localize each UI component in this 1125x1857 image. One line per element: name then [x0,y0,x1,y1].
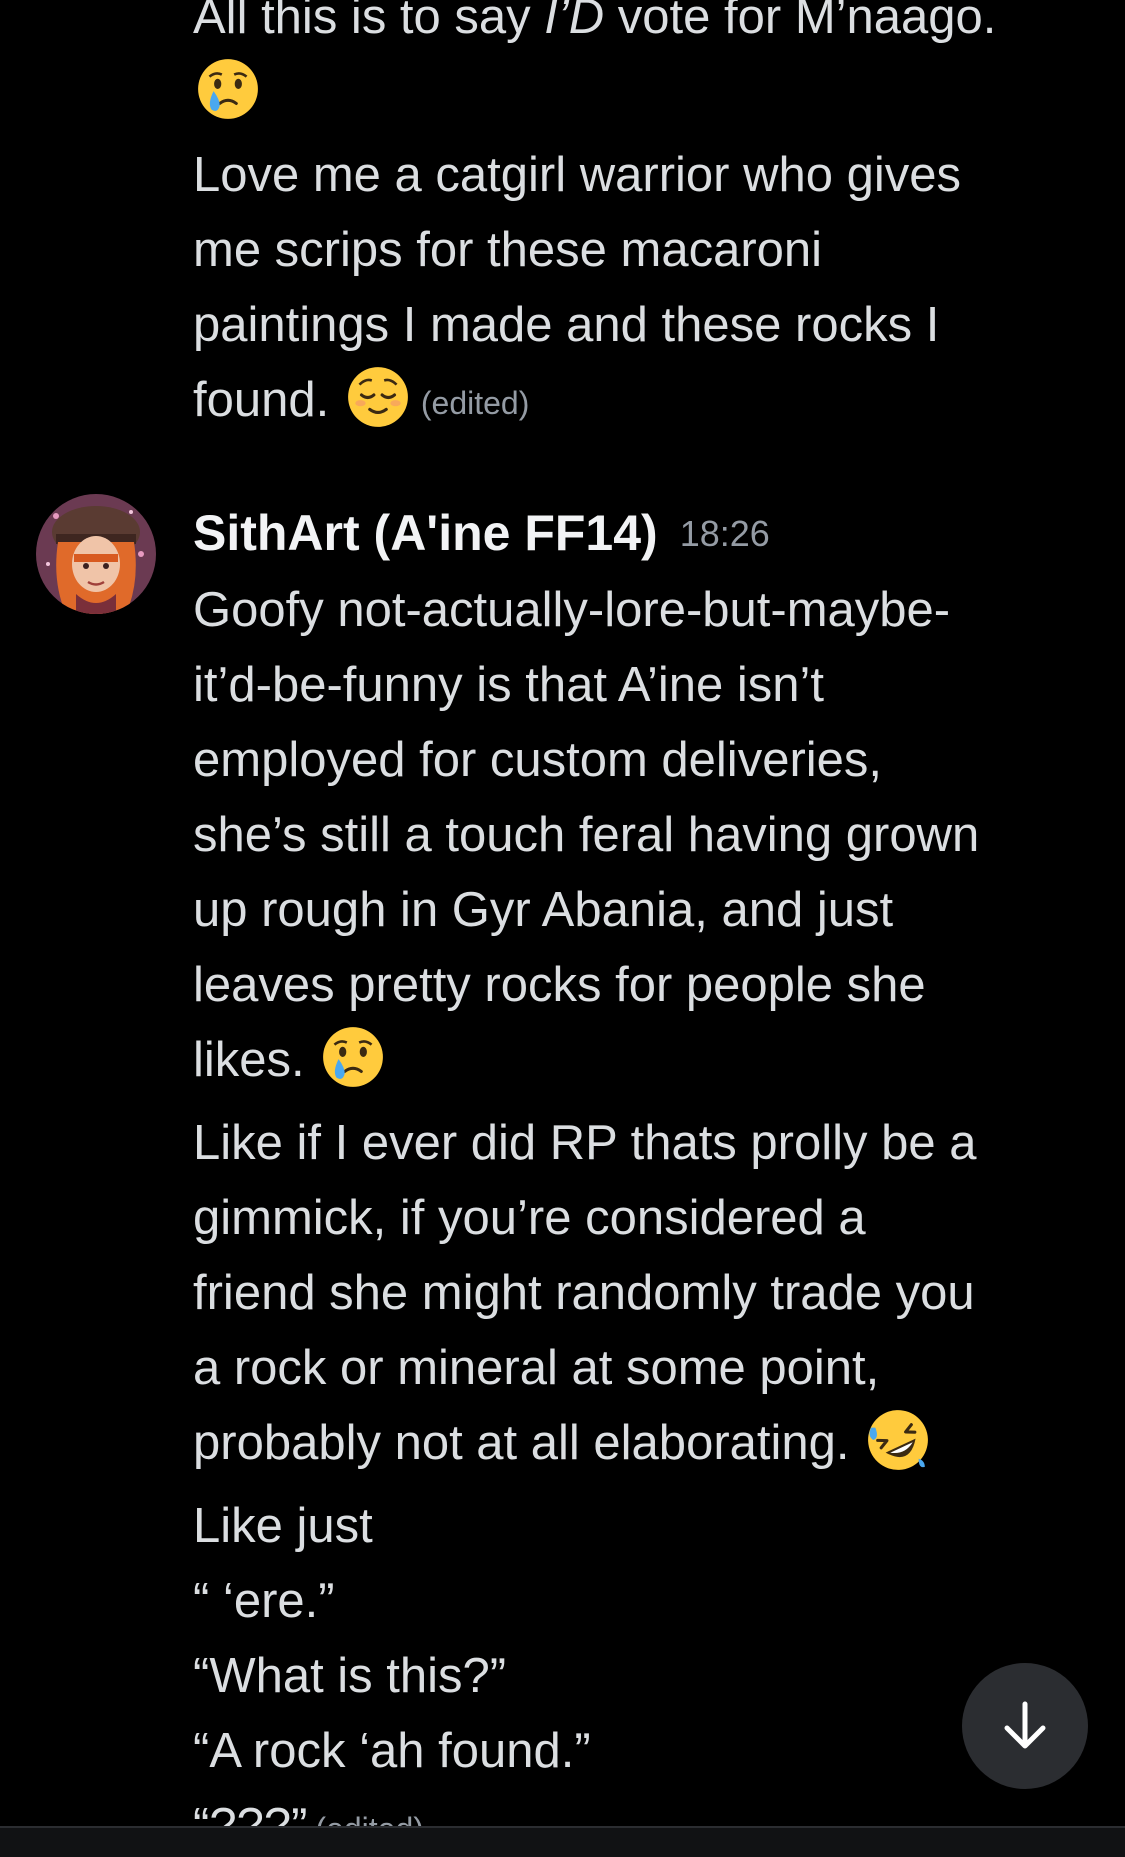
rolling-laughing-emoji-icon[interactable] [865,1407,931,1473]
message-line: leaves pretty rocks for people she [193,958,926,1012]
message-line: Like if I ever did RP thats prolly be a [193,1116,977,1170]
message-line: it’d-be-funny is that A’ine isn’t [193,658,824,712]
timestamp: 18:26 [679,513,770,554]
bottom-bar [0,1826,1125,1857]
message-line: Goofy not-actually-lore-but-maybe- [193,583,951,637]
arrow-down-icon [1004,1701,1046,1749]
message-line: found. (edited) [193,363,1077,441]
message-line: up rough in Gyr Abania, and just [193,883,894,937]
message-header: SithArt (A'ine FF14) 18:26 [193,496,770,571]
message-text: probably not at all elaborating. [193,1416,864,1470]
message-line [193,55,1077,130]
message-line: “What is this?” [193,1649,507,1703]
message-text: likes. [193,1033,319,1087]
chat-messages[interactable]: All this is to say I’D vote for M’naago.… [0,0,1125,1826]
username[interactable]: SithArt (A'ine FF14) [193,505,658,561]
message-line: likes. [193,1023,1077,1098]
jump-to-bottom-button[interactable] [962,1663,1088,1789]
message-line: friend she might randomly trade you [193,1266,975,1320]
message-line: “???” (edited) [193,1789,1077,1826]
user-avatar[interactable] [36,494,156,614]
relieved-face-emoji-icon[interactable] [345,364,411,430]
message-line: gimmick, if you’re considered a [193,1191,866,1245]
message-line: All this is to say I’D vote for M’naago. [193,0,1077,55]
edited-label: (edited) [420,385,530,421]
message-line: me scrips for these macaroni [193,223,823,277]
message-line: employed for custom deliveries, [193,733,883,787]
message-text: found. [193,373,343,427]
message-body: Goofy not-actually-lore-but-maybe- it’d-… [193,573,1077,1826]
crying-face-emoji-icon[interactable] [320,1024,386,1090]
message-text: All this is to say [193,0,545,44]
message-line: Like just [193,1499,373,1553]
message-line: Love me a catgirl warrior who gives [193,148,961,202]
message-line: probably not at all elaborating. [193,1406,1077,1481]
message-text: “???” [193,1799,308,1826]
message-emphasis: I’D [544,0,605,44]
message-line: a rock or mineral at some point, [193,1341,880,1395]
message-continuation: All this is to say I’D vote for M’naago.… [193,0,1077,441]
crying-face-emoji-icon[interactable] [195,56,261,122]
edited-label: (edited) [315,1811,424,1826]
message-line: “ ‘ere.” [193,1574,335,1628]
message-line: “A rock ‘ah found.” [193,1724,591,1778]
message-line: she’s still a touch feral having grown [193,808,980,862]
message-line: paintings I made and these rocks I [193,298,940,352]
message-text: vote for M’naago. [604,0,997,44]
